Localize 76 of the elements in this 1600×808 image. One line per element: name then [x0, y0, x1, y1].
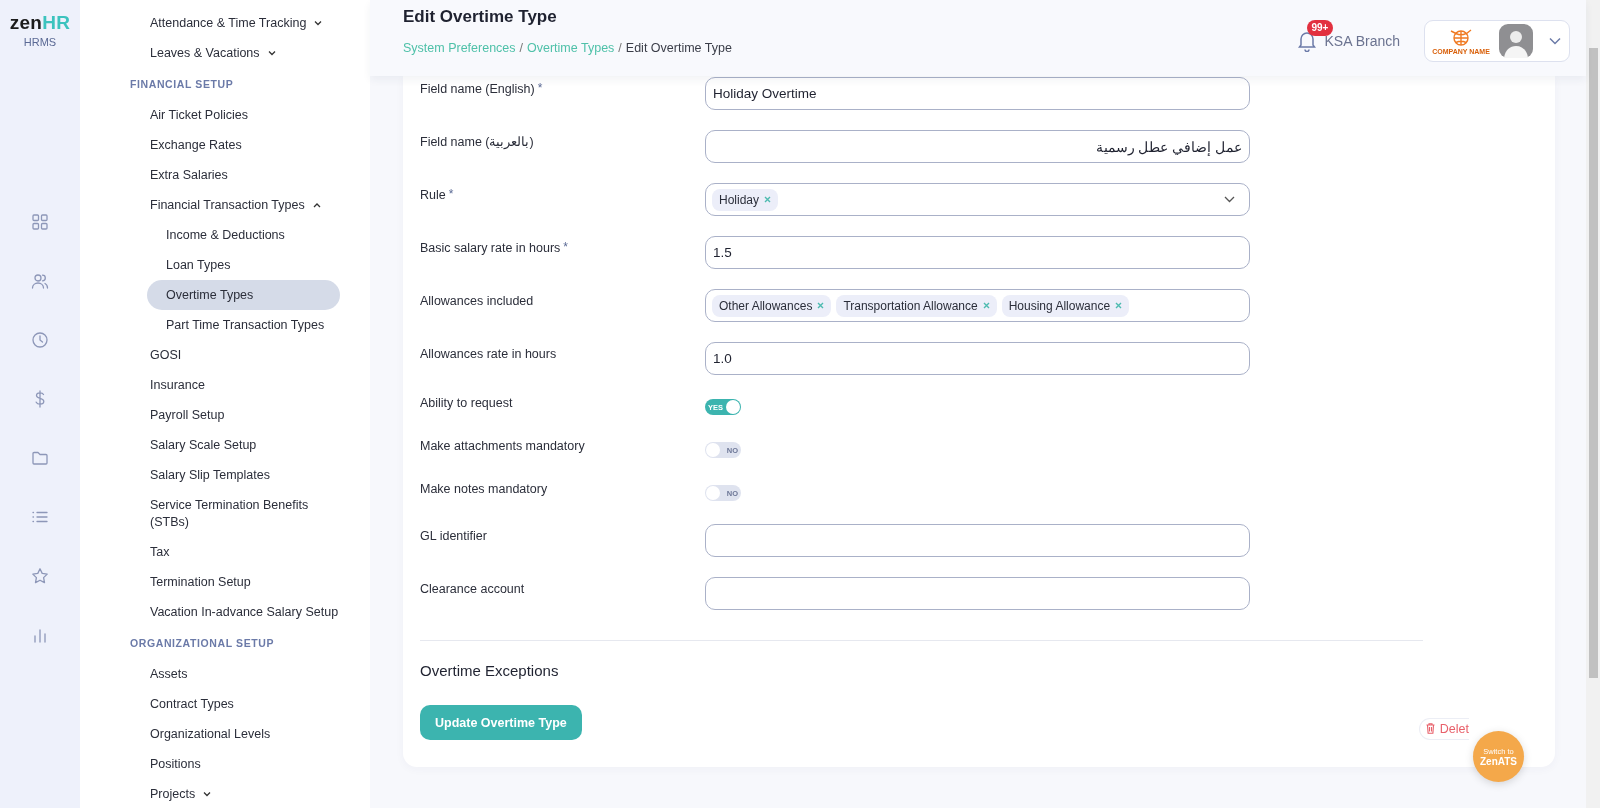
- sidebar-item[interactable]: Exchange Rates: [147, 130, 340, 160]
- field-label: Allowances included: [420, 293, 534, 309]
- sidebar-item[interactable]: Service Termination Benefits (STBs): [147, 490, 340, 537]
- field-label: Make notes mandatory: [420, 481, 548, 497]
- page-title: Edit Overtime Type: [403, 6, 558, 28]
- field-label: Basic salary rate in hours: [420, 240, 561, 256]
- section-heading: FINANCIAL SETUP: [129, 77, 235, 92]
- sidebar-item[interactable]: Projects: [147, 779, 340, 808]
- field-label: Clearance account: [420, 581, 525, 597]
- product-name: HRMS: [23, 36, 57, 48]
- sidebar-item[interactable]: Extra Salaries: [147, 160, 340, 190]
- input-field[interactable]: [705, 524, 1250, 557]
- field-label: Allowances rate in hours: [420, 346, 557, 362]
- field-label: Ability to request: [420, 395, 513, 411]
- avatar-icon: [1499, 24, 1533, 58]
- branch-name[interactable]: KSA Branch: [1324, 33, 1400, 49]
- sidebar-item[interactable]: Part Time Transaction Types: [147, 310, 340, 340]
- trash-icon: [1425, 723, 1435, 734]
- notification-badge: 99+: [1306, 20, 1334, 36]
- remove-icon[interactable]: [764, 196, 772, 203]
- required-mark: *: [537, 81, 543, 95]
- sidebar-item[interactable]: Payroll Setup: [147, 400, 340, 430]
- scrollbar[interactable]: [1586, 0, 1600, 808]
- field-label: Field name (English): [420, 81, 535, 97]
- tags-field[interactable]: Other Allowances Transportation Allowance Housing Allowance: [705, 289, 1250, 322]
- chevron-icon: [1549, 37, 1561, 45]
- sidebar-item[interactable]: Leaves & Vacations: [147, 38, 340, 68]
- select-field[interactable]: Holiday: [705, 183, 1250, 216]
- section-title: Overtime Exceptions: [420, 662, 560, 679]
- tag-chip: Holiday: [712, 188, 779, 211]
- sidebar-item[interactable]: Attendance & Time Tracking: [147, 8, 340, 38]
- grid-icon[interactable]: [31, 213, 49, 231]
- sidebar-item[interactable]: Financial Transaction Types: [147, 190, 340, 220]
- logo: zenHR: [9, 12, 71, 34]
- star-icon[interactable]: [31, 567, 49, 585]
- tag-chip: Transportation Allowance: [836, 294, 997, 317]
- clock-icon[interactable]: [31, 331, 49, 349]
- sidebar-item[interactable]: Insurance: [147, 370, 340, 400]
- sidebar-item[interactable]: Salary Scale Setup: [147, 430, 340, 460]
- input-field[interactable]: عمل إضافي عطل رسمية: [705, 130, 1250, 163]
- sidebar-item[interactable]: GOSI: [147, 340, 340, 370]
- sidebar-item[interactable]: Organizational Levels: [147, 719, 340, 749]
- breadcrumb-separator: /: [519, 41, 524, 55]
- section-heading: ORGANIZATIONAL SETUP: [129, 636, 276, 651]
- field-label: Rule: [420, 187, 446, 203]
- sidebar-item[interactable]: Income & Deductions: [147, 220, 340, 250]
- sidebar-item[interactable]: Salary Slip Templates: [147, 460, 340, 490]
- required-mark: *: [563, 240, 568, 254]
- field-label: GL identifier: [420, 528, 487, 544]
- input-field[interactable]: 1.5: [705, 236, 1250, 269]
- tag-chip: Other Allowances: [712, 294, 832, 317]
- breadcrumb-separator: /: [618, 41, 622, 55]
- people-icon[interactable]: [31, 272, 49, 290]
- bell-icon[interactable]: [1296, 30, 1317, 52]
- sidebar-item[interactable]: Termination Setup: [147, 567, 340, 597]
- input-field[interactable]: [705, 577, 1250, 610]
- required-mark: *: [448, 187, 454, 201]
- folder-icon[interactable]: [31, 449, 49, 467]
- breadcrumb-current: Edit Overtime Type: [625, 41, 732, 55]
- sidebar-item[interactable]: Overtime Types: [147, 280, 340, 310]
- remove-icon[interactable]: [982, 302, 990, 309]
- remove-icon[interactable]: [817, 302, 825, 309]
- field-label: Field name (بالعربية): [420, 134, 534, 150]
- sidebar-item[interactable]: Contract Types: [147, 689, 340, 719]
- sidebar-item[interactable]: Vacation In-advance Salary Setup: [147, 597, 340, 627]
- sidebar-item[interactable]: Assets: [147, 659, 340, 689]
- remove-icon[interactable]: [1115, 302, 1123, 309]
- sidebar-item[interactable]: Loan Types: [147, 250, 340, 280]
- sidebar-item[interactable]: Air Ticket Policies: [147, 100, 340, 130]
- tag-chip: Housing Allowance: [1001, 294, 1130, 317]
- field-label: Make attachments mandatory: [420, 438, 585, 454]
- sidebar-item[interactable]: Positions: [147, 749, 340, 779]
- chevron-icon: [1224, 196, 1235, 203]
- sidebar-item[interactable]: Tax: [147, 537, 340, 567]
- input-field[interactable]: Holiday Overtime: [705, 77, 1250, 110]
- input-field[interactable]: 1.0: [705, 342, 1250, 375]
